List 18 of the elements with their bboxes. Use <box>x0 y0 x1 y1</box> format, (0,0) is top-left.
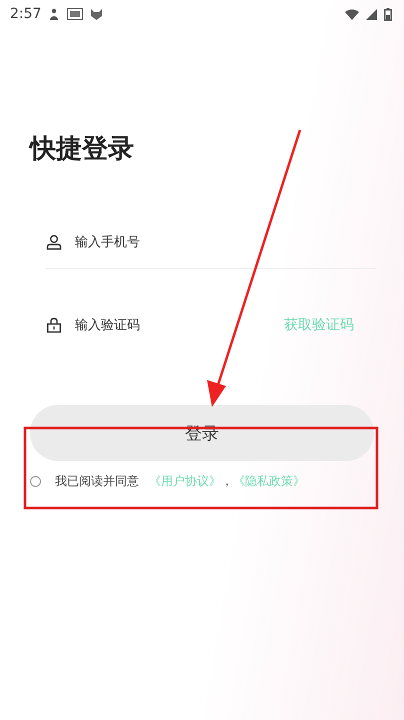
wifi-icon <box>345 8 359 20</box>
agreement-link[interactable]: 《隐私政策》 <box>233 473 305 490</box>
page-title: 快捷登录 <box>30 133 135 166</box>
battery-icon <box>384 8 392 20</box>
agree-radio[interactable] <box>30 476 41 487</box>
separator-text: ， <box>221 473 233 490</box>
agreement-text: 我已阅读并同意 <box>55 473 139 490</box>
agreement-link[interactable]: 《用户协议》 <box>149 473 221 490</box>
person-icon <box>46 234 62 250</box>
code-field[interactable]: 输入验证码 <box>75 318 284 332</box>
signal-icon <box>366 8 377 20</box>
figure-icon <box>48 8 60 20</box>
get-code-link[interactable]: 获取验证码 <box>284 316 376 334</box>
status-time: 2:57 <box>10 6 42 22</box>
card-icon <box>67 8 84 20</box>
fox-icon <box>90 8 104 20</box>
lock-icon <box>46 317 62 333</box>
phone-field[interactable]: 输入手机号 <box>75 234 376 250</box>
